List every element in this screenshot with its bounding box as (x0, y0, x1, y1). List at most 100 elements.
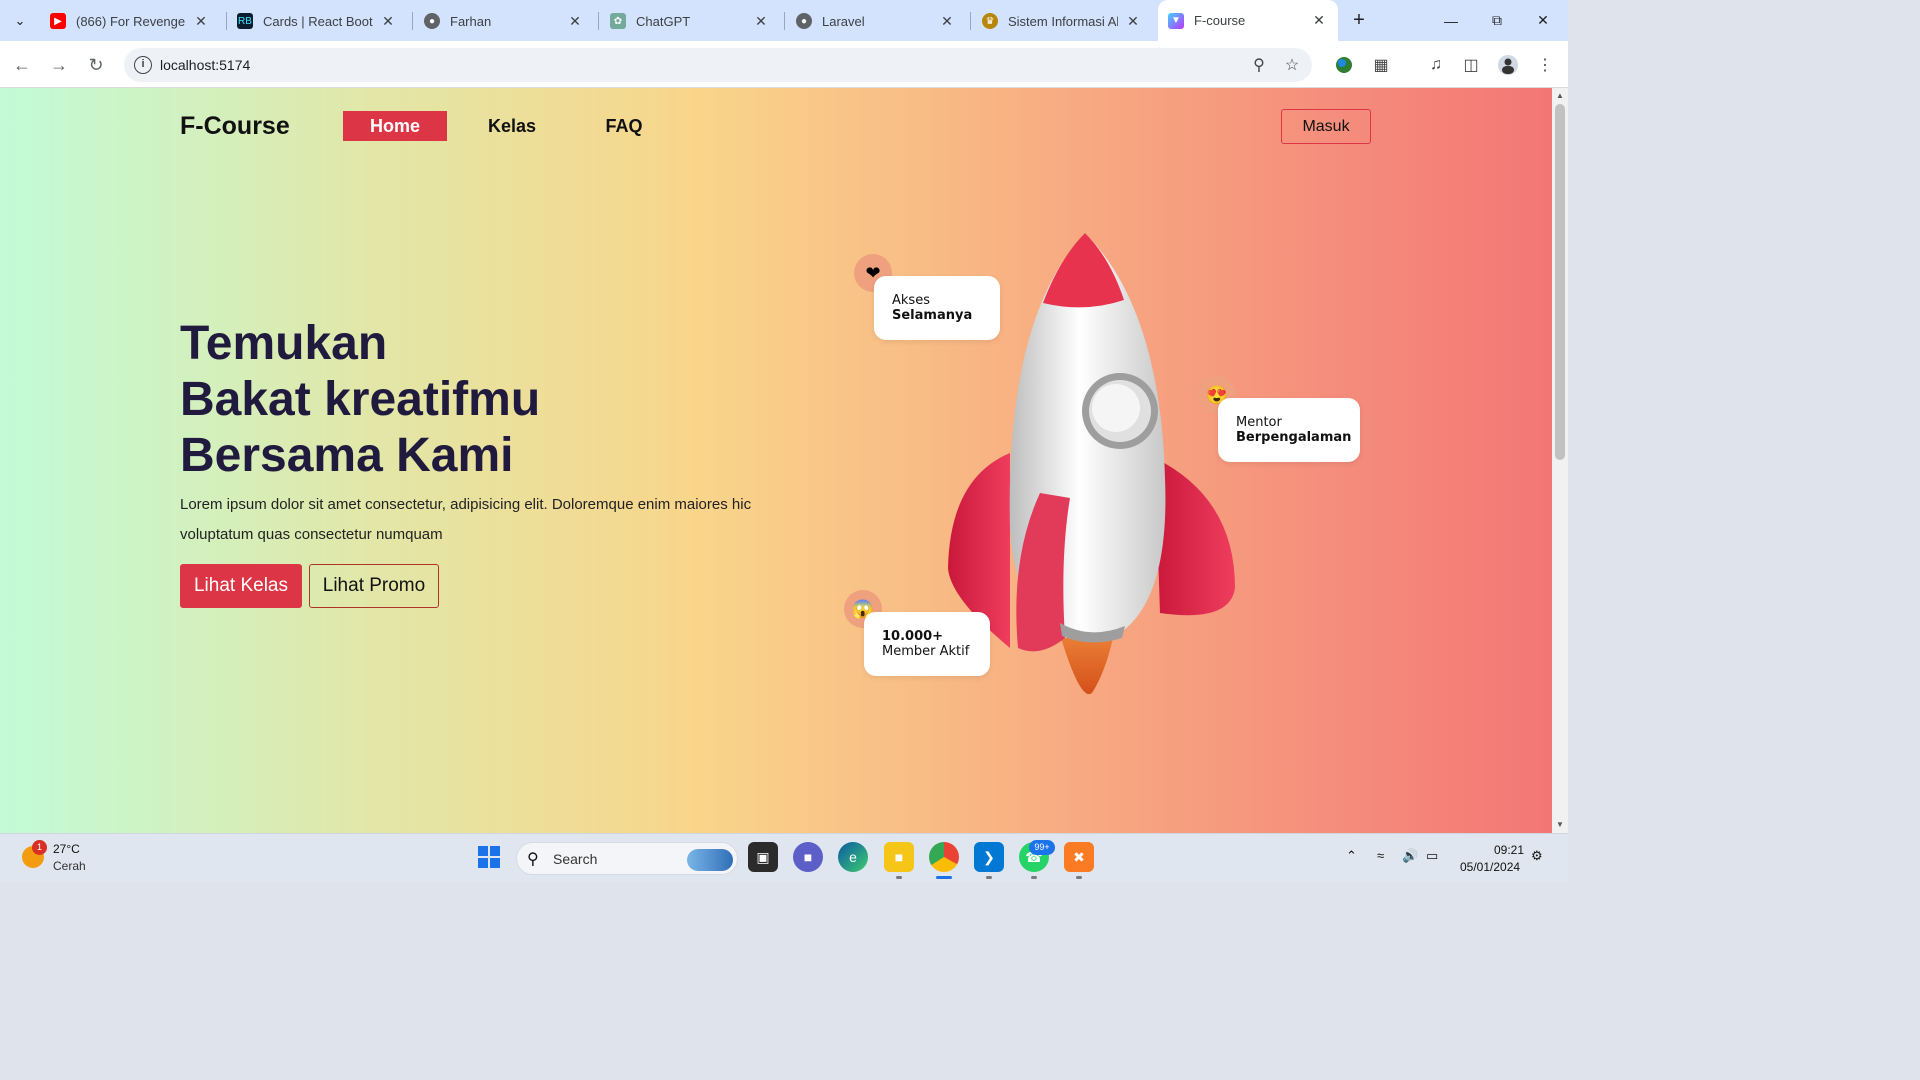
nav-faq[interactable]: FAQ (594, 111, 654, 141)
tray-chevron-up-icon[interactable]: ⌃ (1346, 848, 1357, 864)
brand-logo[interactable]: F-Course (180, 112, 290, 141)
search-placeholder: Search (553, 851, 598, 867)
clock-time[interactable]: 09:21 (1494, 843, 1524, 857)
search-icon: ⚲ (527, 851, 539, 868)
tab-title: F-course (1194, 13, 1246, 28)
tab-farhan[interactable]: ● Farhan ✕ (414, 6, 594, 36)
close-icon[interactable]: ✕ (192, 13, 210, 30)
login-button[interactable]: Masuk (1281, 109, 1371, 144)
scrollbar-thumb[interactable] (1555, 104, 1565, 460)
windows-start-icon[interactable] (474, 842, 504, 872)
bookmark-star-icon[interactable]: ☆ (1282, 56, 1302, 76)
scroll-up-arrow-icon[interactable]: ▲ (1555, 91, 1565, 101)
close-icon[interactable]: ✕ (752, 13, 770, 30)
file-explorer-icon[interactable]: ■ (884, 842, 914, 872)
university-icon: ♛ (982, 13, 998, 29)
globe-icon: ● (424, 13, 440, 29)
browser-menu-icon[interactable]: ⋮ (1533, 53, 1557, 77)
nav-home[interactable]: Home (343, 111, 447, 141)
tab-title: ChatGPT (636, 13, 691, 29)
badge-label: Mentor (1236, 415, 1282, 430)
react-bootstrap-icon: RB (237, 13, 253, 29)
windows-taskbar: 1 27°C Cerah ⚲ Search ▣ ■ e ■ ❯ ☎ 99+ ✖ … (0, 833, 1568, 882)
badge-label-bold: 10.000+ (882, 629, 944, 644)
tab-search-chevron-icon[interactable]: ⌄ (7, 8, 33, 34)
weather-alert-badge: 1 (32, 840, 47, 855)
tab-chatgpt[interactable]: ✿ ChatGPT ✕ (600, 6, 780, 36)
vscode-icon[interactable]: ❯ (974, 842, 1004, 872)
teams-chat-icon[interactable]: ■ (793, 842, 823, 872)
tab-laravel[interactable]: ● Laravel ✕ (786, 6, 966, 36)
tab-title: Sistem Informasi Aka (1008, 13, 1118, 29)
wifi-icon[interactable]: ≈ (1377, 848, 1384, 863)
taskbar-search[interactable]: ⚲ Search (516, 842, 738, 875)
badge-label: Member Aktif (882, 644, 970, 659)
volume-icon[interactable]: 🔊 (1402, 848, 1418, 864)
tab-f-course[interactable]: ▼ F-course ✕ (1158, 0, 1338, 41)
page-scrollbar[interactable]: ▲ ▼ (1552, 88, 1568, 833)
tab-react-bootstrap[interactable]: RB Cards | React Bootstr ✕ (227, 6, 407, 36)
hero-title-line: Temukan (180, 317, 388, 370)
profile-avatar[interactable] (1496, 53, 1520, 77)
badge-label: Akses (892, 293, 930, 308)
hero-title-line: Bersama Kami (180, 429, 514, 482)
tab-divider (598, 12, 599, 30)
badge-label-bold: Berpengalaman (1236, 430, 1352, 445)
globe-icon: ● (796, 13, 812, 29)
reload-icon[interactable]: ↻ (82, 51, 110, 79)
app-running-indicator (986, 876, 992, 879)
address-bar[interactable]: i localhost:5174 ⚲ ☆ (124, 48, 1312, 82)
hero-title-line: Bakat kreatifmu (180, 373, 541, 426)
hero-title: Temukan Bakat kreatifmu Bersama Kami (180, 316, 540, 484)
window-close-icon[interactable]: ✕ (1520, 0, 1566, 41)
restore-icon[interactable]: ⧉ (1474, 0, 1520, 41)
zoom-icon[interactable]: ⚲ (1249, 56, 1269, 76)
hero-description: Lorem ipsum dolor sit amet consectetur, … (180, 496, 752, 543)
weather-description[interactable]: Cerah (53, 859, 86, 873)
tab-youtube[interactable]: ▶ (866) For Revenge - S ✕ (40, 6, 220, 36)
vite-icon: ▼ (1168, 12, 1184, 29)
lihat-kelas-button[interactable]: Lihat Kelas (180, 564, 302, 608)
search-highlight-image (687, 849, 733, 871)
tab-title: Laravel (822, 13, 865, 29)
tab-title: (866) For Revenge - S (76, 13, 186, 29)
badge-label-bold: Selamanya (892, 308, 973, 323)
task-view-icon[interactable]: ▣ (748, 842, 778, 872)
browser-tab-strip: ⌄ ▶ (866) For Revenge - S ✕ RB Cards | R… (0, 0, 1568, 41)
side-panel-icon[interactable]: ◫ (1459, 53, 1483, 77)
badge-member-aktif: 10.000+ Member Aktif (864, 612, 990, 676)
extensions-puzzle-icon[interactable]: ▦ (1369, 53, 1393, 77)
site-info-icon[interactable]: i (134, 56, 152, 74)
minimize-icon[interactable]: — (1428, 0, 1474, 41)
close-icon[interactable]: ✕ (566, 13, 584, 30)
app-running-indicator (1031, 876, 1037, 879)
tab-title: Farhan (450, 13, 492, 29)
url-text[interactable]: localhost:5174 (160, 57, 250, 73)
tab-sistem-informasi[interactable]: ♛ Sistem Informasi Aka ✕ (972, 6, 1152, 36)
scroll-down-arrow-icon[interactable]: ▼ (1555, 820, 1565, 830)
battery-icon[interactable]: ▭ (1426, 848, 1438, 864)
close-icon[interactable]: ✕ (938, 13, 956, 30)
close-icon[interactable]: ✕ (1310, 12, 1328, 29)
close-icon[interactable]: ✕ (379, 13, 397, 30)
youtube-icon: ▶ (50, 13, 66, 29)
xampp-icon[interactable]: ✖ (1064, 842, 1094, 872)
nav-kelas[interactable]: Kelas (474, 111, 550, 141)
extension-globe-icon[interactable] (1332, 53, 1356, 77)
edge-browser-icon[interactable]: e (838, 842, 868, 872)
tab-divider (784, 12, 785, 30)
close-icon[interactable]: ✕ (1124, 13, 1142, 30)
app-running-indicator (896, 876, 902, 879)
app-active-indicator (936, 876, 952, 879)
media-control-icon[interactable]: ♫ (1424, 53, 1448, 77)
notification-bell-icon[interactable]: ⚙ (1531, 848, 1543, 864)
tab-divider (412, 12, 413, 30)
back-arrow-icon[interactable]: ← (8, 51, 36, 79)
new-tab-plus-icon[interactable]: + (1346, 8, 1372, 34)
weather-temperature[interactable]: 27°C (53, 842, 80, 856)
clock-date[interactable]: 05/01/2024 (1460, 860, 1520, 874)
lihat-promo-button[interactable]: Lihat Promo (309, 564, 439, 608)
forward-arrow-icon[interactable]: → (45, 51, 73, 79)
web-page: F-Course Home Kelas FAQ Masuk Temukan Ba… (0, 88, 1552, 833)
chrome-icon[interactable] (929, 842, 959, 872)
